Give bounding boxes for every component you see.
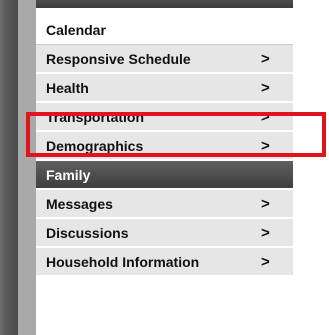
top-bar [36, 0, 293, 8]
chevron-right-icon: > [261, 50, 270, 67]
chevron-right-icon: > [261, 253, 270, 270]
section-header-label: Family [46, 166, 91, 183]
sidebar-item-messages[interactable]: Messages > [36, 190, 293, 219]
sidebar-item-transportation[interactable]: Transportation > [36, 103, 293, 132]
sidebar-item-label: Health [46, 79, 89, 96]
chevron-right-icon: > [261, 137, 270, 154]
sidebar-item-label: Messages [46, 195, 113, 212]
sidebar-item-responsive-schedule[interactable]: Responsive Schedule > [36, 45, 293, 74]
sidebar-item-calendar[interactable]: Calendar [36, 16, 293, 45]
sidebar-item-label: Discussions [46, 224, 129, 241]
sidebar-item-label: Household Information [46, 253, 200, 270]
sidebar-item-demographics[interactable]: Demographics > [36, 132, 293, 161]
sidebar-item-label: Transportation [46, 108, 145, 125]
sidebar-menu: Calendar Responsive Schedule > Health > … [36, 16, 293, 277]
left-gutter [18, 0, 36, 335]
left-dark-strip [0, 0, 18, 335]
sidebar-item-label: Calendar [46, 22, 106, 38]
sidebar-section-family: Family [36, 161, 293, 190]
chevron-right-icon: > [261, 224, 270, 241]
sidebar-screenshot: Calendar Responsive Schedule > Health > … [0, 0, 329, 335]
sidebar-item-label: Demographics [46, 137, 144, 154]
sidebar-item-discussions[interactable]: Discussions > [36, 219, 293, 248]
chevron-right-icon: > [261, 108, 270, 125]
sidebar-item-household-information[interactable]: Household Information > [36, 248, 293, 277]
chevron-right-icon: > [261, 195, 270, 212]
sidebar-item-health[interactable]: Health > [36, 74, 293, 103]
chevron-right-icon: > [261, 79, 270, 96]
sidebar-item-label: Responsive Schedule [46, 50, 191, 67]
